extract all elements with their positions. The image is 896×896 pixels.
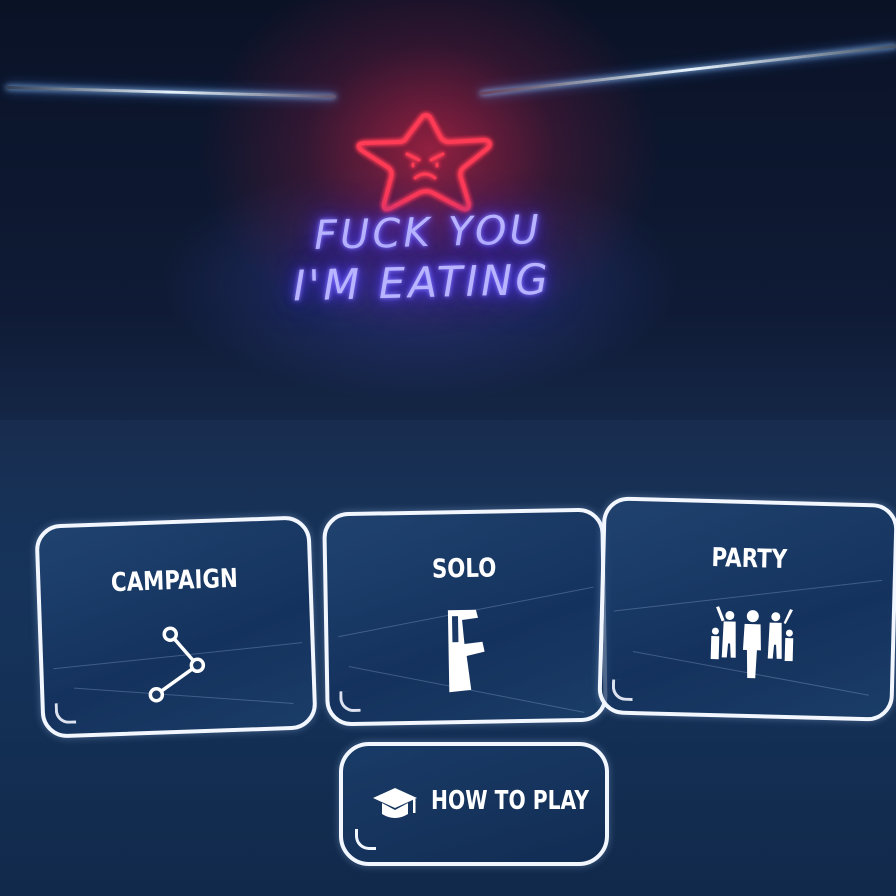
party-crowd-icon [710,606,794,679]
angry-star-icon [356,113,492,212]
party-button[interactable]: PARTY [597,496,896,722]
graduation-cap-icon [373,788,417,818]
arcade-cabinet-icon [447,609,485,693]
panel-corner-mark [355,829,376,850]
campaign-button[interactable]: CAMPAIGN [34,515,318,739]
solo-label: SOLO [431,553,497,585]
panel-corner-mark [611,679,634,702]
party-label: PARTY [711,543,788,576]
panel-corner-mark [339,690,361,713]
campaign-path-icon [148,626,206,703]
how-to-play-button[interactable]: HOW TO PLAY [339,742,609,866]
campaign-label: CAMPAIGN [110,563,239,599]
solo-button[interactable]: SOLO [322,507,608,727]
how-to-play-label: HOW TO PLAY [431,786,590,816]
panel-corner-mark [54,702,77,725]
